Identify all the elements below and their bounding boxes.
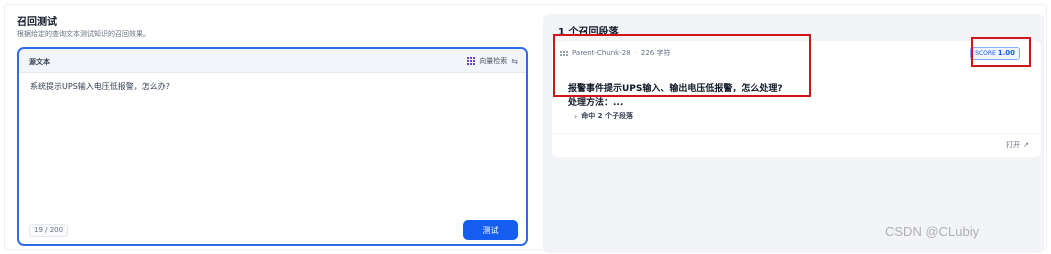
test-button[interactable]: 测试: [463, 220, 518, 240]
retrieval-mode-toggle[interactable]: 向量检索 ⇆: [467, 56, 518, 66]
card-divider: [552, 133, 1041, 134]
chevron-right-icon: ›: [574, 111, 578, 121]
grid-icon: [467, 57, 476, 65]
child-hits-label: 命中 2 个子段落: [581, 112, 633, 120]
swap-icon: ⇆: [511, 56, 518, 66]
source-text-label: 源文本: [29, 58, 50, 66]
editor-header: 源文本 向量检索 ⇆: [19, 49, 526, 73]
chunk-title-line-2: 处理方法：...: [568, 98, 624, 108]
char-counter: 19 / 200: [29, 224, 69, 237]
open-label: 打开: [1006, 141, 1021, 149]
highlight-box-chunk: [553, 34, 811, 97]
source-text-editor[interactable]: 源文本 向量检索 ⇆ 系统提示UPS输入电压低报警，怎么办? 19 / 200 …: [17, 47, 528, 246]
open-link[interactable]: 打开 ↗: [1006, 140, 1029, 150]
watermark: CSDN @CLubiy: [885, 224, 980, 239]
highlight-box-score: [971, 37, 1031, 67]
external-link-icon: ↗: [1023, 141, 1029, 149]
page-title: 召回测试: [17, 17, 57, 28]
page-subtitle: 根据给定的查询文本测试知识的召回效果。: [17, 30, 150, 38]
child-hits-toggle[interactable]: › 命中 2 个子段落: [574, 111, 633, 121]
retrieval-mode-label: 向量检索: [479, 57, 508, 65]
query-input[interactable]: 系统提示UPS输入电压低报警，怎么办?: [30, 81, 170, 92]
